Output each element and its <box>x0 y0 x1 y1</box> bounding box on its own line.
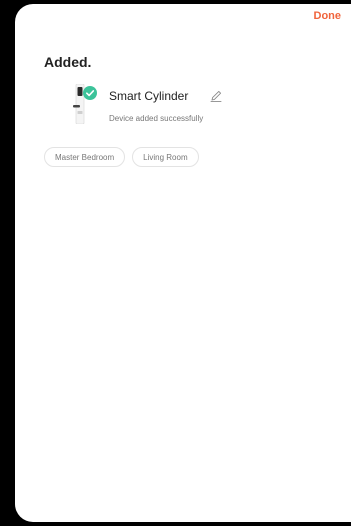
room-chip-living-room[interactable]: Living Room <box>132 147 199 167</box>
device-card: Smart Cylinder Device added successfully <box>57 84 337 128</box>
check-circle-icon <box>83 86 97 100</box>
device-added-sheet: Done Added. Smart Cylinder Device added … <box>15 4 351 522</box>
done-button[interactable]: Done <box>314 10 342 22</box>
device-name: Smart Cylinder <box>109 89 189 103</box>
pencil-icon[interactable] <box>209 89 223 103</box>
device-status-text: Device added successfully <box>109 114 204 123</box>
room-chip-master-bedroom[interactable]: Master Bedroom <box>44 147 126 167</box>
page-title: Added. <box>44 54 92 70</box>
room-selector: Master Bedroom Living Room <box>44 147 199 167</box>
